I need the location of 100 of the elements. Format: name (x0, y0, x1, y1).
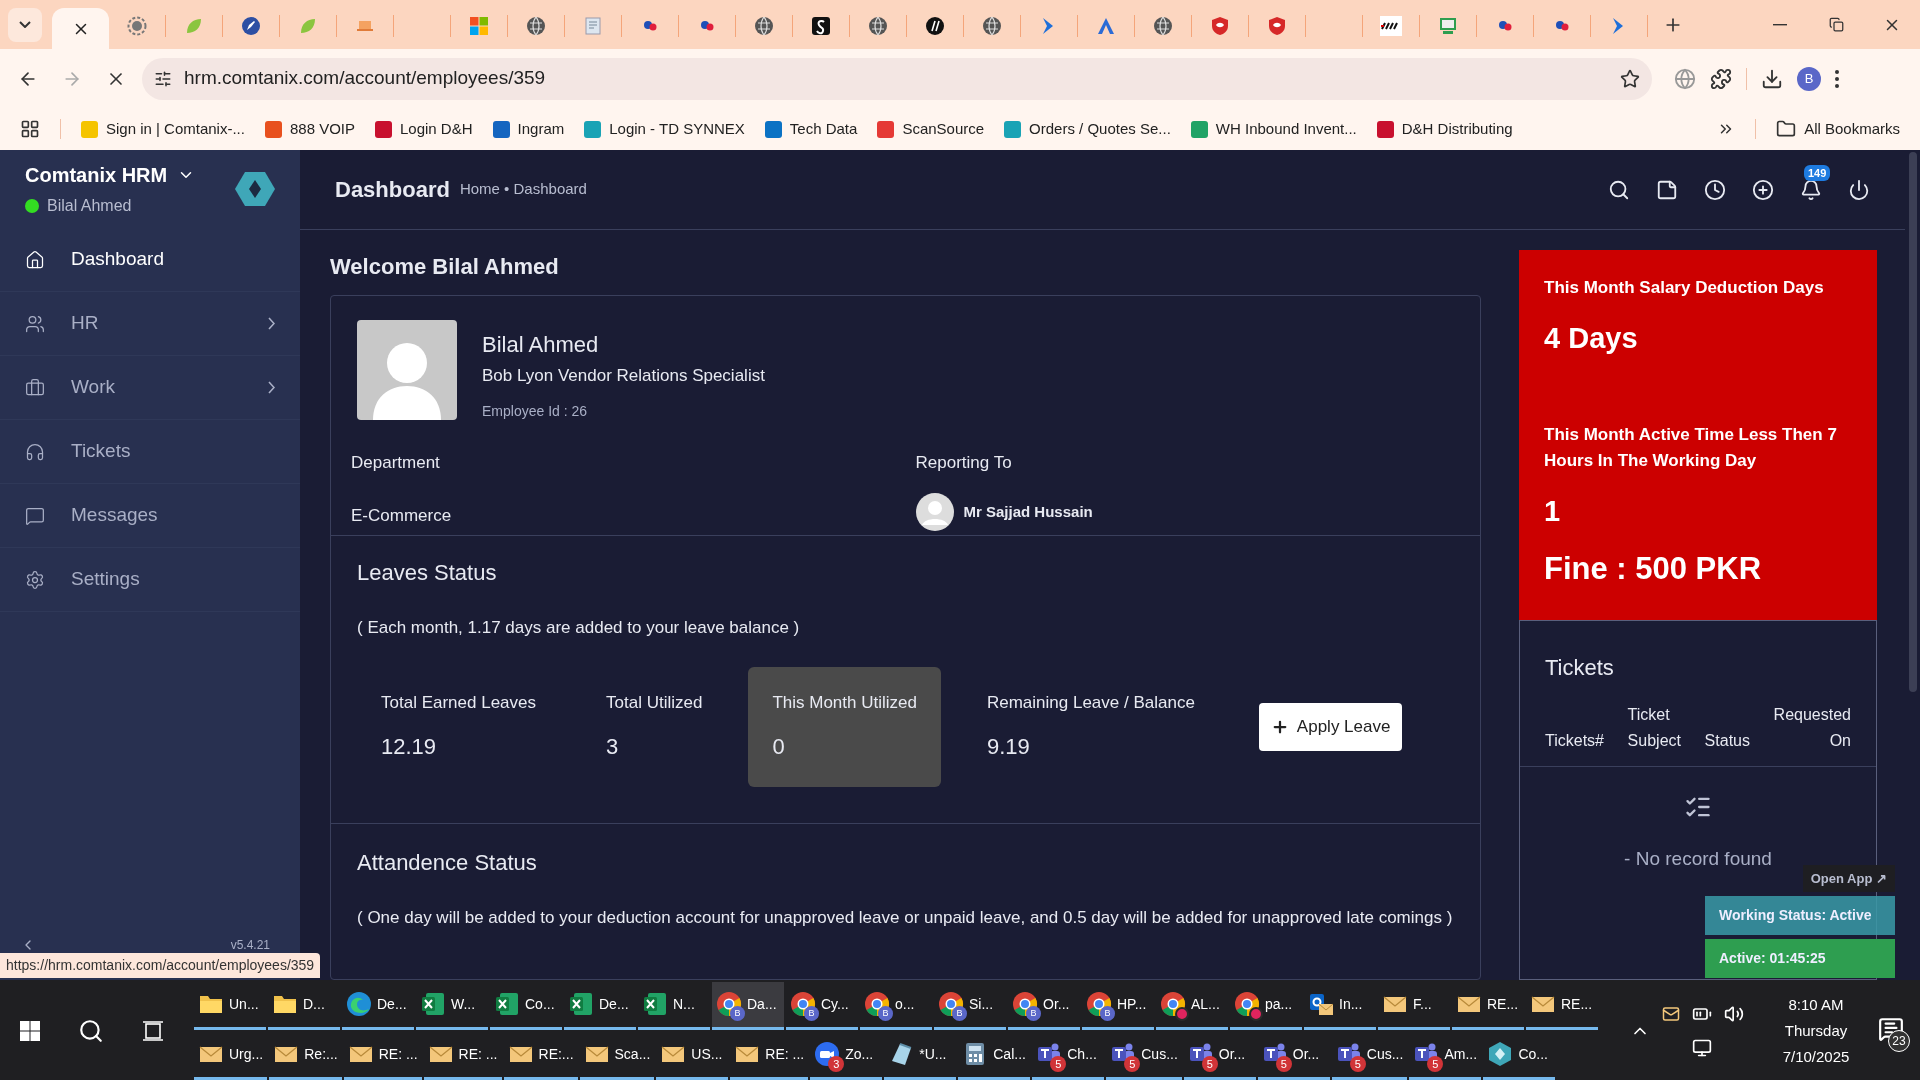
clock-area[interactable]: 8:10 AM Thursday 7/10/2025 (1766, 991, 1866, 1070)
bookmark-item[interactable]: Login D&H (375, 117, 473, 141)
open-app-link[interactable]: Open App ↗ (1802, 864, 1895, 892)
column-header: Ticket Subject (1627, 705, 1681, 751)
taskbar-app[interactable]: De... (564, 981, 636, 1030)
address-bar[interactable]: hrm.comtanix.com/account/employees/359 (142, 57, 1652, 100)
taskbar-app[interactable]: RE... (1452, 981, 1524, 1030)
taskbar-app[interactable]: B Da... (712, 981, 784, 1030)
bookmark-item[interactable]: Sign in | Comtanix-... (81, 117, 245, 141)
taskbar-app[interactable]: Cal... (958, 1031, 1031, 1080)
version-text: v5.4.21 (230, 937, 271, 954)
tab-search-button[interactable] (8, 7, 42, 42)
taskbar-app[interactable]: B Cy... (786, 981, 858, 1030)
power-icon[interactable] (1848, 178, 1870, 201)
shield-icon (1267, 16, 1287, 36)
stat-label: Remaining Leave / Balance (986, 692, 1195, 715)
task-view-icon[interactable] (142, 1019, 164, 1042)
profile-badge: B (878, 1006, 893, 1021)
profile-badge: B (730, 1006, 745, 1021)
taskbar-app[interactable]: De... (342, 981, 414, 1030)
taskbar-app[interactable]: RE: ... (423, 1031, 502, 1080)
nav-item[interactable]: HR (0, 292, 300, 356)
bookmark-item[interactable]: Tech Data (764, 117, 858, 141)
taskbar-app[interactable]: B Si... (934, 981, 1006, 1030)
taskbar-app[interactable]: B HP... (1082, 981, 1154, 1030)
taskbar-app[interactable]: 5 Am... (1409, 1031, 1482, 1080)
taskbar-app[interactable]: In... (1304, 981, 1376, 1030)
briefcase-icon (25, 377, 45, 398)
breadcrumb: Home • Dashboard (459, 179, 587, 200)
taskbar-app[interactable]: AL... (1156, 981, 1228, 1030)
nav-item[interactable]: Work (0, 356, 300, 420)
taskbar-app[interactable]: 5 Cus... (1331, 1031, 1408, 1080)
stat-value: 9.19 (986, 732, 1031, 761)
taskbar-app[interactable]: W... (416, 981, 488, 1030)
profile-badge: B (1100, 1006, 1115, 1021)
stripe-logo-icon (1380, 16, 1402, 36)
stat-label: This Month Utilized (772, 692, 917, 715)
column-header: Requested On (1773, 705, 1851, 751)
add-icon[interactable] (1752, 178, 1774, 201)
taskbar-app[interactable]: N... (638, 981, 710, 1030)
profile-avatar[interactable]: B (1797, 66, 1821, 91)
taskbar-app[interactable]: 5 Ch... (1032, 1031, 1105, 1080)
taskbar-app[interactable]: Un... (194, 981, 266, 1030)
taskbar-app[interactable]: 5 Cus... (1106, 1031, 1182, 1080)
taskbar-app[interactable]: RE: ... (730, 1031, 809, 1080)
apply-leave-button[interactable]: Apply Leave (1258, 702, 1403, 751)
bookmark-item[interactable]: D&H Distributing (1376, 117, 1513, 141)
search-icon[interactable] (78, 1017, 104, 1044)
bookmark-item[interactable]: Orders / Quotes Se... (1004, 117, 1171, 141)
search-icon[interactable] (1608, 178, 1630, 201)
note-icon[interactable] (1656, 178, 1678, 201)
more-icon[interactable] (1835, 69, 1839, 88)
windows-start-icon[interactable] (20, 1020, 40, 1041)
nav-item[interactable]: Messages (0, 484, 300, 548)
leaf-icon (298, 16, 318, 36)
taskbar-app[interactable]: B Or... (1008, 981, 1080, 1030)
taskbar-app[interactable]: Co... (1483, 1031, 1556, 1080)
bookmark-item[interactable]: Ingram (492, 117, 565, 141)
column-header: Status (1704, 731, 1750, 751)
bookmark-item[interactable]: WH Inbound Invent... (1190, 117, 1357, 141)
taskbar-app[interactable]: 3 Zo... (810, 1031, 883, 1080)
taskbar-app[interactable]: RE:... (503, 1031, 578, 1080)
taskbar-app[interactable]: RE... (1526, 981, 1598, 1030)
scrollbar-thumb[interactable] (1908, 152, 1917, 692)
nav-item[interactable]: Dashboard (0, 228, 300, 292)
all-bookmarks-button[interactable]: All Bookmarks (1776, 117, 1900, 141)
bookmark-item[interactable]: ScanSource (877, 117, 985, 141)
stat-value: 12.19 (381, 732, 438, 761)
volume-icon[interactable] (1724, 1003, 1744, 1024)
taskbar-app[interactable]: 5 Or... (1257, 1031, 1330, 1080)
notification-count: 149 (1804, 164, 1831, 181)
active-time-label: This Month Active Time Less Then 7 Hours In The Working Day (1544, 424, 1838, 472)
apps-grid-icon (20, 119, 40, 139)
active-time-count: 1 (1544, 494, 1562, 529)
bookmark-item[interactable]: 888 VOIP (264, 117, 355, 141)
stat-label: Total Earned Leaves (381, 692, 536, 715)
taskbar-app[interactable]: F... (1378, 981, 1450, 1030)
network-icon[interactable] (1692, 1037, 1712, 1058)
folder-icon (1776, 119, 1797, 139)
taskbar-app[interactable]: pa... (1230, 981, 1302, 1030)
taskbar-app[interactable]: Re:... (269, 1031, 342, 1080)
taskbar-app[interactable]: Sca... (579, 1031, 655, 1080)
employee-title: Bob Lyon Vendor Relations Specialist (482, 365, 765, 387)
taskbar-app[interactable]: Co... (490, 981, 562, 1030)
taskbar-app[interactable]: US... (656, 1031, 729, 1080)
taskbar-app[interactable]: *U... (884, 1031, 957, 1080)
bookmark-item[interactable]: Login - TD SYNNEX (584, 117, 745, 141)
taskbar-app[interactable]: RE: ... (343, 1031, 422, 1080)
taskbar-app[interactable]: D... (268, 981, 340, 1030)
nav-item[interactable]: Tickets (0, 420, 300, 484)
taskbar-app[interactable]: Urg... (194, 1031, 268, 1080)
profile-badge: B (804, 1006, 819, 1021)
employee-name: Bilal Ahmed (482, 331, 600, 359)
taskbar-app[interactable]: 5 Or... (1183, 1031, 1256, 1080)
clock-icon[interactable] (1704, 178, 1726, 201)
notification-bell-icon[interactable] (1800, 178, 1822, 201)
taskbar-app[interactable]: B o... (860, 981, 932, 1030)
mail-icon[interactable] (1662, 1004, 1680, 1023)
nav-item[interactable]: Settings (0, 548, 300, 612)
count-badge: 5 (1124, 1056, 1141, 1072)
